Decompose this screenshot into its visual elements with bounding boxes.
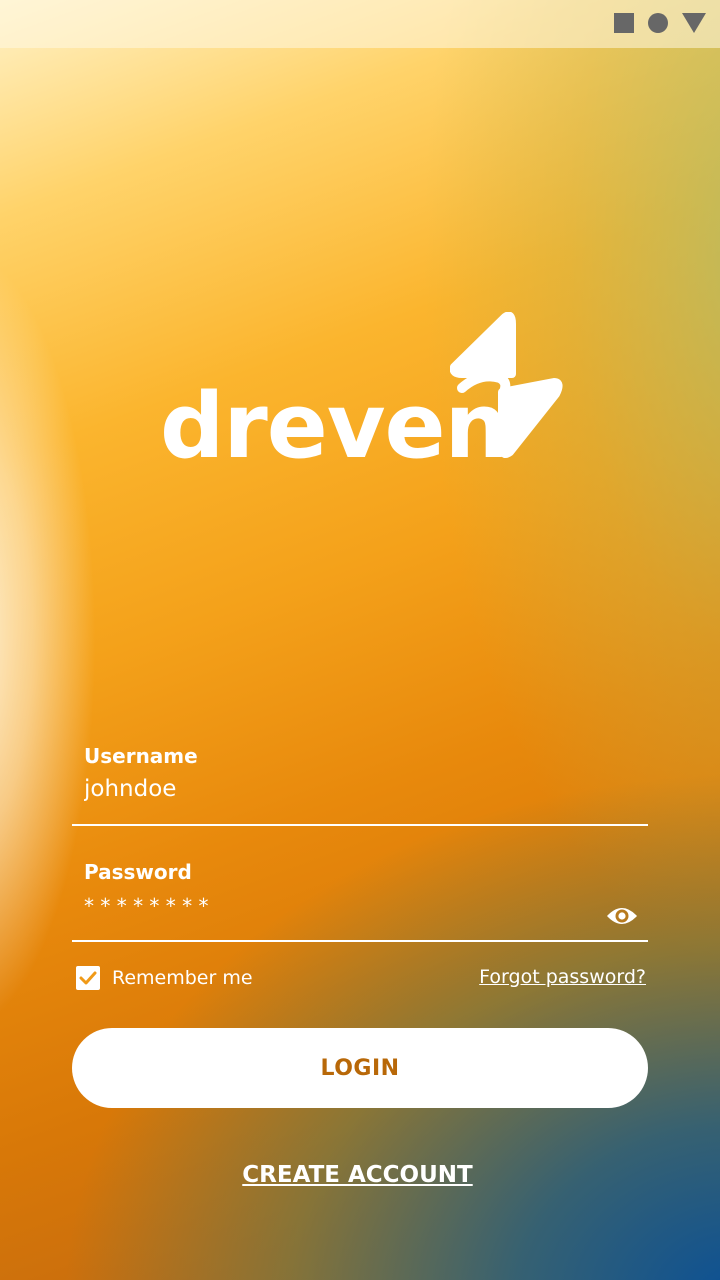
status-icons [614,13,706,33]
lightning-bolt-icon [450,312,563,458]
password-field[interactable]: Password * * * * * * * * [72,854,648,942]
create-account-link[interactable]: CREATE ACCOUNT [0,1162,715,1188]
stop-square-icon [614,13,634,33]
username-label: Username [84,744,198,768]
forgot-password-link[interactable]: Forgot password? [479,966,646,988]
app-logo: dreven [160,312,570,482]
status-bar [0,0,720,48]
eye-icon[interactable] [606,904,638,928]
password-label: Password [84,860,192,884]
record-circle-icon [648,13,668,33]
signal-triangle-icon [682,13,706,33]
login-button[interactable]: LOGIN [72,1028,648,1108]
login-screen: dreven Username Password * * * * * * * *… [0,0,720,1280]
remember-me-checkbox[interactable] [76,966,100,990]
password-input[interactable]: * * * * * * * * [84,894,564,918]
username-input[interactable] [84,776,564,802]
username-field[interactable]: Username [72,738,648,826]
remember-me-label: Remember me [112,967,253,989]
checkmark-icon [79,971,97,985]
remember-me[interactable]: Remember me [76,966,253,990]
